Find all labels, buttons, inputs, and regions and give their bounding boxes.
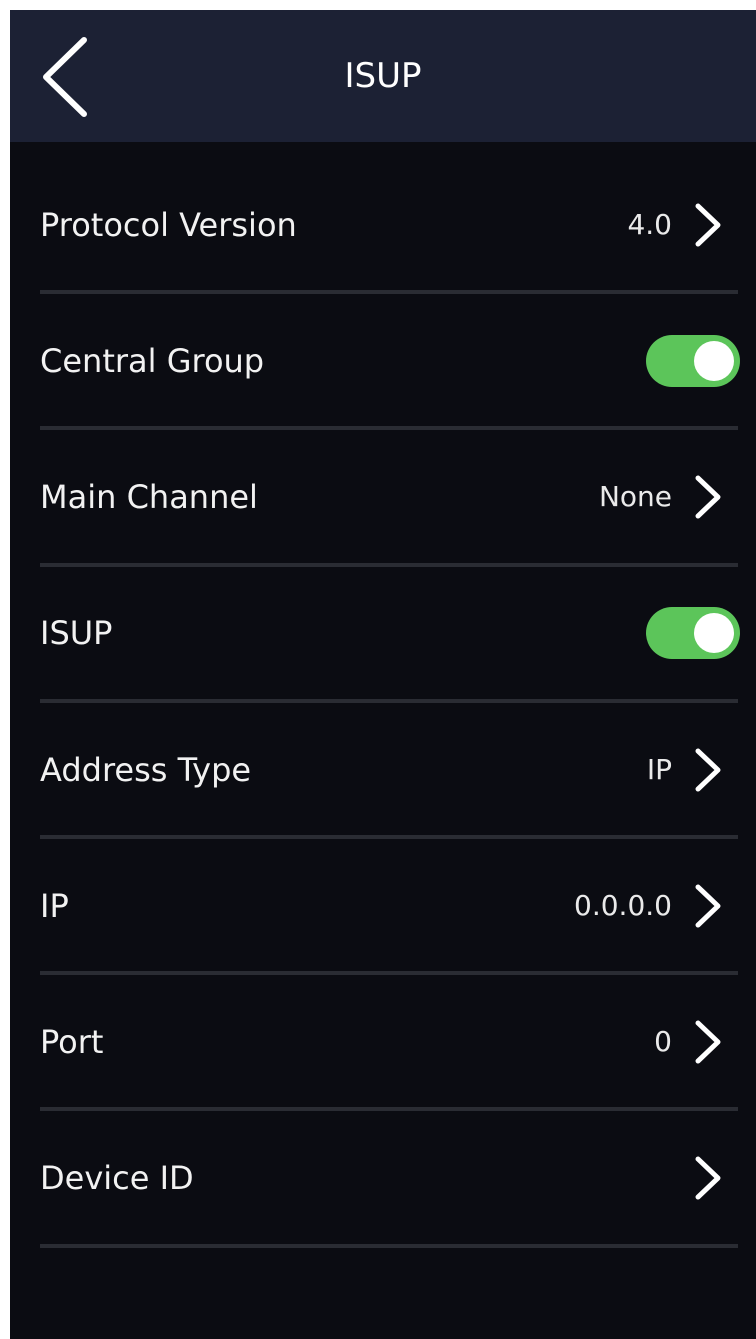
- protocol-version-value: 4.0: [627, 208, 672, 241]
- main-channel-row[interactable]: Main Channel None: [40, 430, 738, 564]
- central-group-toggle[interactable]: [646, 335, 740, 387]
- divider: [40, 1244, 738, 1248]
- toggle-knob: [694, 613, 734, 653]
- chevron-right-icon: [695, 1156, 721, 1200]
- chevron-left-icon: [43, 37, 87, 117]
- chevron-right-icon: [695, 1020, 721, 1064]
- central-group-label: Central Group: [40, 342, 265, 380]
- ip-row[interactable]: IP 0.0.0.0: [40, 839, 738, 973]
- address-type-value: IP: [646, 753, 672, 786]
- protocol-version-row[interactable]: Protocol Version 4.0: [40, 158, 738, 292]
- header-bar: ISUP: [10, 10, 756, 142]
- chevron-right-icon: [695, 884, 721, 928]
- device-id-label: Device ID: [40, 1159, 194, 1197]
- device-id-row[interactable]: Device ID: [40, 1111, 738, 1245]
- isup-settings-screen: ISUP Protocol Version 4.0 Central Group …: [10, 10, 756, 1339]
- isup-label: ISUP: [40, 614, 113, 652]
- chevron-right-icon: [695, 748, 721, 792]
- toggle-knob: [694, 341, 734, 381]
- ip-label: IP: [40, 887, 69, 925]
- main-channel-value: None: [598, 480, 672, 513]
- back-button[interactable]: [32, 32, 102, 122]
- address-type-label: Address Type: [40, 751, 252, 789]
- ip-value: 0.0.0.0: [574, 889, 672, 922]
- protocol-version-label: Protocol Version: [40, 206, 297, 244]
- port-value: 0: [654, 1025, 672, 1058]
- port-label: Port: [40, 1023, 104, 1061]
- isup-row: ISUP: [40, 566, 740, 700]
- isup-toggle[interactable]: [646, 607, 740, 659]
- page-title: ISUP: [344, 56, 422, 96]
- chevron-right-icon: [695, 475, 721, 519]
- central-group-row: Central Group: [40, 294, 740, 428]
- main-channel-label: Main Channel: [40, 478, 258, 516]
- address-type-row[interactable]: Address Type IP: [40, 703, 738, 837]
- port-row[interactable]: Port 0: [40, 975, 738, 1109]
- chevron-right-icon: [695, 203, 721, 247]
